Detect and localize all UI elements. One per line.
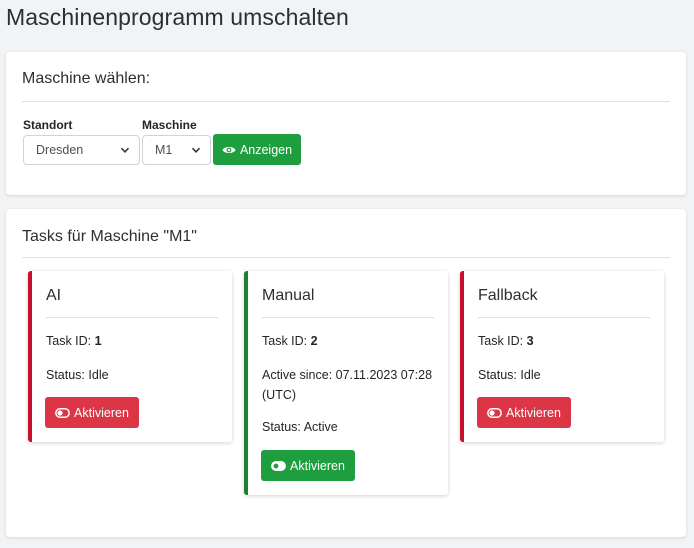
chevron-down-icon	[191, 147, 201, 153]
activate-button[interactable]: Aktivieren	[45, 397, 139, 428]
task-status-label: Status:	[46, 368, 85, 382]
task-status-value: Idle	[520, 368, 541, 382]
task-id-label: Task ID:	[46, 334, 92, 348]
location-label: Standort	[23, 118, 73, 132]
divider	[262, 317, 434, 318]
task-card-ai: AI Task ID: 1 Status: Idle Aktivieren	[28, 271, 232, 442]
task-name: AI	[46, 287, 62, 304]
task-status-line: Status: Idle	[46, 365, 222, 385]
location-select[interactable]: Dresden	[23, 135, 140, 165]
task-id-line: Task ID: 2	[262, 331, 438, 351]
task-id-line: Task ID: 1	[46, 331, 222, 351]
task-status-label: Status:	[262, 420, 301, 434]
activate-button-label: Aktivieren	[74, 405, 129, 420]
activate-button-label: Aktivieren	[290, 458, 345, 473]
task-name: Fallback	[478, 287, 538, 304]
machine-select-value: M1	[155, 143, 173, 157]
toggle-icon	[487, 407, 502, 418]
eye-icon	[222, 146, 236, 153]
activate-button[interactable]: Aktivieren	[477, 397, 571, 428]
task-id-line: Task ID: 3	[478, 331, 654, 351]
divider	[478, 317, 650, 318]
show-button[interactable]: Anzeigen	[213, 134, 301, 165]
toggle-icon	[271, 460, 286, 471]
task-id-value: 3	[526, 334, 534, 348]
task-status-label: Status:	[478, 368, 517, 382]
task-card-fallback: Fallback Task ID: 3 Status: Idle Aktivie…	[460, 271, 664, 442]
machine-select[interactable]: M1	[142, 135, 211, 165]
task-id-value: 1	[94, 334, 102, 348]
tasks-heading: Tasks für Maschine "M1"	[22, 228, 197, 245]
divider	[46, 317, 218, 318]
divider	[22, 257, 670, 258]
divider	[22, 101, 670, 102]
task-id-label: Task ID:	[478, 334, 524, 348]
task-id-value: 2	[310, 334, 318, 348]
task-status-value: Active	[303, 420, 338, 434]
show-button-label: Anzeigen	[239, 142, 293, 157]
machine-select-heading: Maschine wählen:	[22, 70, 151, 87]
task-status-line: Status: Idle	[478, 365, 654, 385]
task-status-line: Status: Active	[262, 417, 438, 437]
task-name: Manual	[262, 287, 315, 304]
activate-button[interactable]: Aktivieren	[261, 450, 355, 481]
page-title: Maschinenprogramm umschalten	[6, 4, 349, 30]
tasks-panel: Tasks für Maschine "M1" AI Task ID: 1 St…	[6, 209, 686, 537]
task-id-label: Task ID:	[262, 334, 308, 348]
machine-select-panel: Maschine wählen: Standort Dresden Maschi…	[6, 52, 686, 195]
task-active-since: Active since: 07.11.2023 07:28 (UTC)	[262, 368, 433, 402]
task-status-value: Idle	[88, 368, 109, 382]
chevron-down-icon	[120, 147, 130, 153]
location-select-value: Dresden	[36, 143, 84, 157]
toggle-icon	[55, 407, 70, 418]
activate-button-label: Aktivieren	[506, 405, 561, 420]
machine-label: Maschine	[142, 118, 197, 132]
task-card-manual: Manual Task ID: 2 Active since: 07.11.20…	[244, 271, 448, 495]
